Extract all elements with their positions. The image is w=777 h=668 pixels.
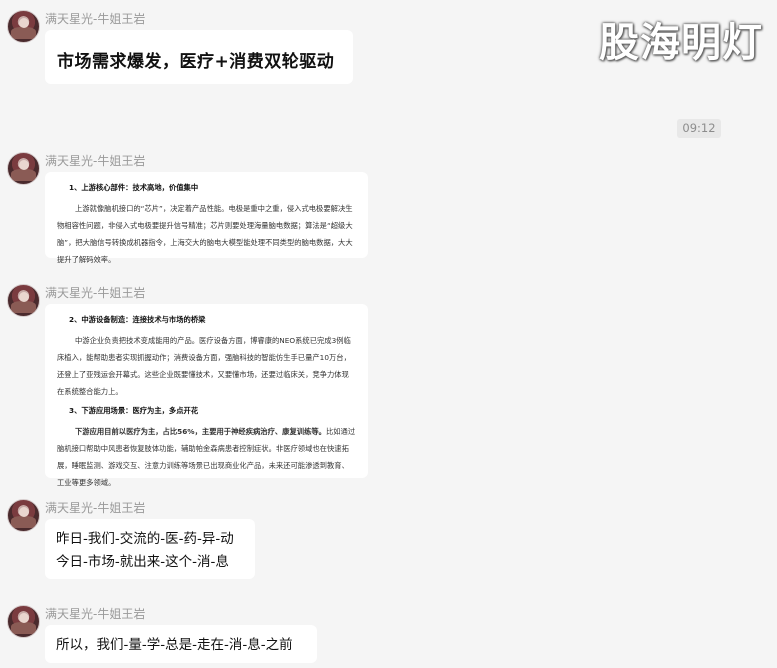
avatar[interactable] <box>7 10 40 43</box>
avatar[interactable] <box>7 152 40 185</box>
message-line: 今日-市场-就出来-这个-消-息 <box>56 554 229 570</box>
message-text: 所以，我们-量-学-总是-走在-消-息-之前 <box>56 637 293 653</box>
message-bubble[interactable]: 昨日-我们-交流的-医-药-异-动 今日-市场-就出来-这个-消-息 <box>45 519 255 579</box>
sender-name: 满天星光-牛姐王岩 <box>45 154 146 168</box>
avatar-hair <box>11 301 36 313</box>
avatar[interactable] <box>7 605 40 638</box>
avatar-face <box>19 613 29 623</box>
sender-name: 满天星光-牛姐王岩 <box>45 607 146 621</box>
document-image-bubble[interactable]: 2、中游设备制造：连接技术与市场的桥梁 中游企业负责把技术变成能用的产品。医疗设… <box>45 304 368 487</box>
message-bubble[interactable]: 所以，我们-量-学-总是-走在-消-息-之前 <box>45 625 317 663</box>
doc-paragraph: 中游企业负责把技术变成能用的产品。医疗设备方面，博睿康的NEO系统已完成3例临床… <box>57 336 351 396</box>
document-image-bubble[interactable]: 1、上游核心部件：技术高地，价值集中 上游就像脑机接口的“芯片”，决定着产品性能… <box>45 172 368 264</box>
avatar-face <box>19 507 29 517</box>
message-bubble[interactable]: 市场需求爆发，医疗+消费双轮驱动 <box>45 30 353 84</box>
doc-bold-text: 下游应用目前以医疗为主，占比56%，主要用于神经疾病治疗、康复训练等。 <box>75 427 326 436</box>
doc-paragraph: 下游应用目前以医疗为主，占比56%，主要用于神经疾病治疗、康复训练等。比如通过脑… <box>57 423 356 491</box>
avatar-hair <box>11 169 36 181</box>
doc-heading: 3、下游应用场景：医疗为主，多点开花 <box>69 406 199 415</box>
sender-name: 满天星光-牛姐王岩 <box>45 286 146 300</box>
watermark-logo: 股海明灯 <box>599 20 763 66</box>
sender-name: 满天星光-牛姐王岩 <box>45 12 146 26</box>
message-text: 市场需求爆发，医疗+消费双轮驱动 <box>57 52 335 72</box>
avatar-hair <box>11 622 36 634</box>
avatar-face <box>19 160 29 170</box>
timestamp: 09:12 <box>677 119 721 138</box>
sender-name: 满天星光-牛姐王岩 <box>45 501 146 515</box>
avatar-face <box>19 292 29 302</box>
avatar-hair <box>11 516 36 528</box>
message-line: 昨日-我们-交流的-医-药-异-动 <box>56 531 234 547</box>
avatar-hair <box>11 27 36 39</box>
doc-paragraph: 上游就像脑机接口的“芯片”，决定着产品性能。电极是重中之重，侵入式电极要解决生物… <box>57 204 353 264</box>
doc-heading: 1、上游核心部件：技术高地，价值集中 <box>69 183 199 192</box>
avatar[interactable] <box>7 284 40 317</box>
avatar[interactable] <box>7 499 40 532</box>
doc-heading: 2、中游设备制造：连接技术与市场的桥梁 <box>69 315 206 324</box>
doc-text: 比如通过脑机接口帮助中风患者恢复肢体功能，辅助帕金森病患者控制症状。非医疗领域也… <box>57 427 356 487</box>
avatar-face <box>19 18 29 28</box>
